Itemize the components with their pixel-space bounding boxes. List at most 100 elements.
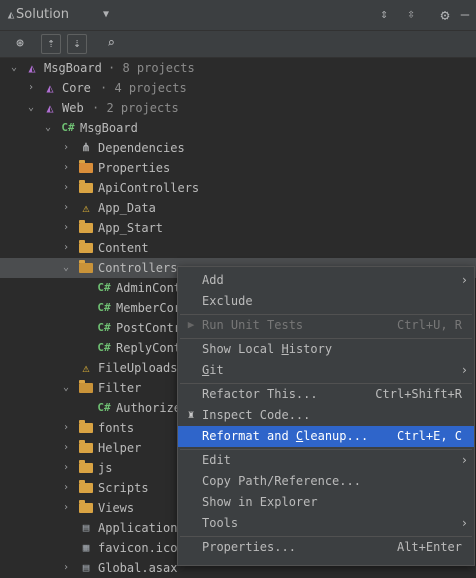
chevron-down-icon[interactable]: ⌄	[42, 118, 54, 138]
folder-icon	[78, 500, 94, 516]
menu-item-reformat-and-cleanup[interactable]: Reformat and Cleanup... Ctrl+E, C	[178, 426, 474, 447]
tree-row[interactable]: › ⋔ Dependencies	[0, 138, 476, 158]
chevron-right-icon: ›	[460, 516, 468, 530]
minimize-icon[interactable]: —	[457, 7, 473, 23]
tree-item-label: Filter	[98, 381, 142, 395]
solution-folder-icon: ◭	[46, 81, 54, 95]
chevron-right-icon[interactable]: ›	[60, 158, 72, 178]
gear-icon[interactable]: ⚙	[437, 7, 453, 23]
tree-row[interactable]: › ◭ Core · 4 projects	[0, 78, 476, 98]
csharp-file-icon: C#	[97, 341, 111, 354]
dependencies-icon: ⋔	[81, 141, 91, 154]
tree-item-label: MemberCor	[116, 301, 182, 315]
menu-item-refactor-this[interactable]: Refactor This... Ctrl+Shift+R	[178, 384, 474, 405]
tree-item-meta: · 8 projects	[108, 61, 195, 75]
tree-row[interactable]: › App_Start	[0, 218, 476, 238]
folder-icon	[78, 440, 94, 456]
tree-item-label: favicon.ico	[98, 541, 178, 555]
folder-icon	[78, 480, 94, 496]
chevron-right-icon[interactable]: ›	[60, 138, 72, 158]
tree-row[interactable]: › Properties	[0, 158, 476, 178]
csharp-project-icon: C#	[61, 121, 75, 134]
tree-item-label: Core	[62, 81, 91, 95]
config-file-icon: ▤	[82, 521, 90, 534]
tree-item-label: PostContr	[116, 321, 182, 335]
tree-item-label: Authorize	[116, 401, 182, 415]
menu-item-label: Tools	[202, 516, 239, 530]
menu-item-git[interactable]: Git ›	[178, 360, 474, 381]
tree-row[interactable]: › Content	[0, 238, 476, 258]
chevron-right-icon[interactable]: ›	[60, 218, 72, 238]
tree-item-meta: · 4 projects	[100, 81, 187, 95]
menu-item-inspect-code[interactable]: ♜ Inspect Code...	[178, 405, 474, 426]
tree-item-label: Dependencies	[98, 141, 185, 155]
context-menu: Add › Exclude ▶ Run Unit Tests Ctrl+U, R…	[177, 266, 475, 566]
chevron-right-icon[interactable]: ›	[60, 198, 72, 218]
tree-item-label: MsgBoard	[44, 61, 102, 75]
chevron-down-icon[interactable]: ⌄	[60, 378, 72, 398]
tree-row[interactable]: › ⚠ App_Data	[0, 198, 476, 218]
tree-item-label: AdminCont	[116, 281, 182, 295]
chevron-right-icon[interactable]: ›	[60, 238, 72, 258]
chevron-right-icon[interactable]: ›	[60, 478, 72, 498]
tree-item-label: ReplyCont	[116, 341, 182, 355]
csharp-file-icon: C#	[97, 281, 111, 294]
menu-item-run-unit-tests[interactable]: ▶ Run Unit Tests Ctrl+U, R	[178, 315, 474, 336]
tree-item-label: ApiControllers	[98, 181, 200, 195]
tree-row[interactable]: ⌄ ◭ Web · 2 projects	[0, 98, 476, 118]
chevron-down-icon[interactable]: ⌄	[25, 98, 37, 118]
toolbar: ⊛ ⇡ ⇣ ⌕	[0, 31, 476, 58]
menu-item-tools[interactable]: Tools ›	[178, 513, 474, 534]
menu-item-show-local-history[interactable]: Show Local History	[178, 339, 474, 360]
search-icon[interactable]: ⌕	[101, 34, 121, 54]
warning-icon: ⚠	[82, 361, 90, 375]
tree-item-label: FileUploads	[98, 361, 178, 375]
menu-item-label: Add	[202, 273, 224, 287]
menu-item-properties[interactable]: Properties... Alt+Enter	[178, 537, 474, 558]
tree-item-meta: · 2 projects	[92, 101, 179, 115]
expand-all-icon[interactable]: ⇕	[376, 7, 392, 23]
tree-item-label: Scripts	[98, 481, 149, 495]
chevron-down-icon[interactable]: ⌄	[8, 58, 20, 78]
folder-icon	[78, 420, 94, 436]
chevron-right-icon[interactable]: ›	[60, 558, 72, 578]
menu-item-add[interactable]: Add ›	[178, 270, 474, 291]
folder-icon	[78, 460, 94, 476]
chevron-down-icon[interactable]: ⌄	[60, 258, 72, 278]
chevron-right-icon[interactable]: ›	[60, 178, 72, 198]
panel-title[interactable]: Solution	[16, 7, 69, 22]
csharp-file-icon: C#	[97, 301, 111, 314]
chevron-right-icon[interactable]: ›	[60, 458, 72, 478]
menu-item-copy-path[interactable]: Copy Path/Reference...	[178, 471, 474, 492]
tree-item-label: Views	[98, 501, 135, 515]
folder-icon	[78, 220, 94, 236]
menu-item-show-in-explorer[interactable]: Show in Explorer	[178, 492, 474, 513]
chevron-right-icon: ›	[460, 453, 468, 467]
tree-row[interactable]: ⌄ C# MsgBoard	[0, 118, 476, 138]
file-icon: ▤	[82, 561, 90, 574]
csharp-file-icon: C#	[97, 321, 111, 334]
tree-item-label: App_Data	[98, 201, 156, 215]
properties-folder-icon	[78, 160, 94, 176]
autoscroll-to-source-icon[interactable]: ⇣	[67, 34, 87, 54]
chevron-right-icon[interactable]: ›	[60, 498, 72, 518]
chevron-right-icon[interactable]: ›	[60, 418, 72, 438]
menu-item-label: Reformat and Cleanup...	[202, 429, 369, 443]
chevron-right-icon[interactable]: ›	[60, 438, 72, 458]
chevron-right-icon[interactable]: ›	[25, 78, 37, 98]
show-options-icon[interactable]: ⊛	[10, 34, 30, 54]
menu-item-label: Run Unit Tests	[202, 318, 304, 332]
menu-item-shortcut: Ctrl+E, C	[396, 429, 462, 443]
solution-folder-icon: ◭	[46, 101, 54, 115]
tree-row[interactable]: › ApiControllers	[0, 178, 476, 198]
menu-item-exclude[interactable]: Exclude	[178, 291, 474, 312]
menu-item-edit[interactable]: Edit ›	[178, 450, 474, 471]
collapse-all-icon[interactable]: ⇳	[403, 7, 419, 23]
tree-row[interactable]: ⌄ ◭ MsgBoard · 8 projects	[0, 58, 476, 78]
tree-item-label: MsgBoard	[80, 121, 138, 135]
chevron-down-icon[interactable]: ▼	[98, 7, 114, 23]
tree-item-label: Helper	[98, 441, 142, 455]
menu-item-label: Refactor This...	[202, 387, 318, 401]
play-icon: ▶	[187, 318, 195, 331]
scroll-from-source-icon[interactable]: ⇡	[41, 34, 61, 54]
